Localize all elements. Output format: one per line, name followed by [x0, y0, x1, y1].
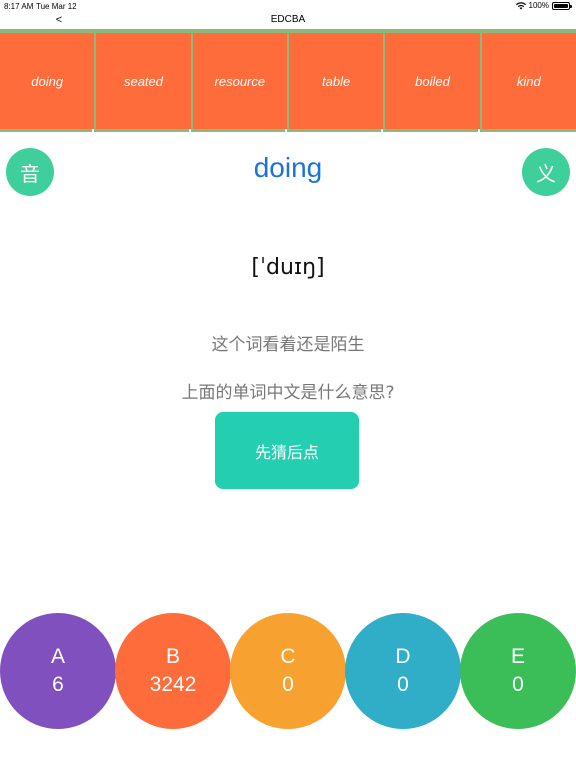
score-circle-d[interactable]: D 0 [345, 613, 461, 729]
wifi-icon [515, 1, 526, 9]
word-tile-label: doing [31, 73, 64, 89]
word-tile-5[interactable]: boiled [385, 33, 480, 132]
battery-fill [554, 3, 568, 8]
nav-bar: < EDCBA [0, 12, 576, 29]
word-tile-6[interactable]: kind [481, 33, 576, 129]
phonetic: [ˈduɪŋ] [251, 255, 325, 280]
hint-question: 上面的单词中文是什么意思? [181, 383, 395, 403]
word-tile-2[interactable]: seated [96, 33, 191, 132]
score-letter: C [280, 645, 296, 668]
score-row: A 6 B 3242 C 0 D 0 E 0 [0, 613, 576, 729]
tile-marker [381, 129, 384, 132]
status-time: 8:17 AM [4, 2, 34, 11]
score-count: 0 [282, 673, 294, 696]
battery-percent: 100% [528, 1, 549, 10]
score-count: 3242 [149, 673, 197, 696]
score-circle-c[interactable]: C 0 [230, 613, 346, 729]
word-tile-label: table [322, 73, 351, 89]
meaning-button[interactable]: 义 [522, 148, 570, 196]
word-tile-label: boiled [415, 73, 450, 89]
tile-marker [188, 129, 191, 132]
score-circle-a[interactable]: A 6 [0, 613, 116, 729]
score-count: 0 [397, 673, 409, 696]
tile-marker [477, 129, 480, 132]
score-letter: A [50, 645, 65, 668]
score-circle-e[interactable]: E 0 [460, 613, 576, 729]
word-tile-label: kind [516, 73, 541, 89]
score-count: 6 [52, 673, 64, 696]
score-circle-b[interactable]: B 3242 [115, 613, 231, 729]
status-right: 100% [515, 1, 572, 10]
word-tile-label: seated [123, 73, 164, 89]
tile-marker [284, 129, 287, 132]
status-bar: 8:17 AM Tue Mar 12 100% [0, 0, 576, 12]
word-tile-label: resource [214, 73, 266, 89]
score-count: 0 [512, 673, 524, 696]
hint-familiar: 这个词看着还是陌生 [211, 335, 365, 355]
word-strip: doing seated resource table boiled kind [0, 29, 576, 132]
nav-title: EDCBA [270, 14, 306, 25]
word-tile-1[interactable]: doing [0, 33, 95, 132]
status-date: Tue Mar 12 [36, 2, 77, 11]
score-letter: E [510, 645, 525, 668]
guess-button[interactable]: 先猜后点 [215, 412, 359, 489]
word-tile-3[interactable]: resource [192, 33, 287, 132]
score-letter: D [395, 645, 411, 668]
score-letter: B [165, 645, 180, 668]
screen: 8:17 AM Tue Mar 12 100% < EDCBA doing se… [0, 0, 576, 768]
main-word: doing [253, 152, 323, 183]
battery-icon [552, 1, 572, 10]
tile-marker [92, 129, 95, 132]
word-tile-4[interactable]: table [288, 33, 384, 132]
